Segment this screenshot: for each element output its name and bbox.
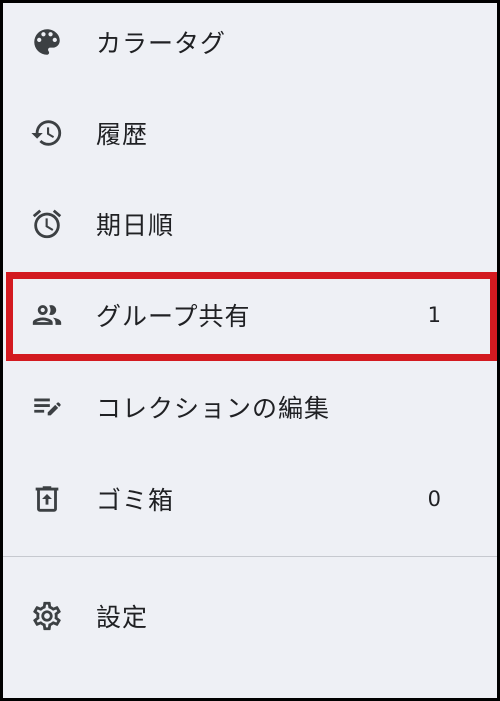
menu-item-label: 履歴 (96, 120, 149, 149)
menu-item-label: 設定 (96, 603, 149, 632)
menu-item-label: ゴミ箱 (96, 486, 175, 515)
trash-icon (29, 481, 65, 517)
menu-item-group-share[interactable]: グループ共有 1 (3, 285, 497, 345)
palette-icon (29, 24, 65, 60)
history-icon (29, 115, 65, 151)
menu-item-edit-collection[interactable]: コレクションの編集 (3, 377, 497, 437)
group-share-count-badge: 1 (427, 303, 441, 327)
alarm-icon (29, 206, 65, 242)
menu-item-label: 期日順 (96, 211, 175, 240)
menu-item-label: グループ共有 (96, 302, 251, 331)
gear-icon (29, 598, 65, 634)
menu-divider (3, 556, 497, 557)
menu-item-settings[interactable]: 設定 (3, 586, 497, 646)
menu-item-label: カラータグ (96, 29, 227, 58)
group-icon (29, 297, 65, 333)
edit-list-icon (29, 389, 65, 425)
menu-item-color-tags[interactable]: カラータグ (3, 12, 497, 72)
menu-item-history[interactable]: 履歴 (3, 103, 497, 163)
trash-count-badge: 0 (427, 487, 441, 511)
menu-item-due-date[interactable]: 期日順 (3, 194, 497, 254)
menu-item-trash[interactable]: ゴミ箱 0 (3, 469, 497, 529)
menu-item-label: コレクションの編集 (96, 394, 331, 423)
navigation-drawer: カラータグ 履歴 期日順 グループ共有 1 コレクションの編集 ゴミ箱 0 設定 (0, 0, 500, 701)
